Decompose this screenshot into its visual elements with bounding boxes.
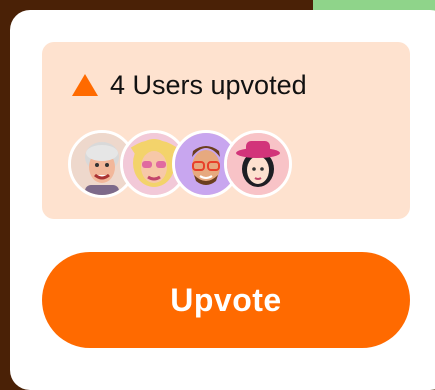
triangle-up-icon bbox=[72, 74, 98, 96]
upvote-summary: 4 Users upvoted bbox=[72, 70, 307, 100]
upvoters-panel: 4 Users upvoted bbox=[42, 42, 410, 219]
upvote-button[interactable]: Upvote bbox=[42, 252, 410, 348]
upvote-count-label: 4 Users upvoted bbox=[110, 69, 307, 100]
upvote-card: 4 Users upvoted Upvote bbox=[10, 10, 435, 390]
avatar-woman-with-hat[interactable] bbox=[224, 130, 292, 198]
